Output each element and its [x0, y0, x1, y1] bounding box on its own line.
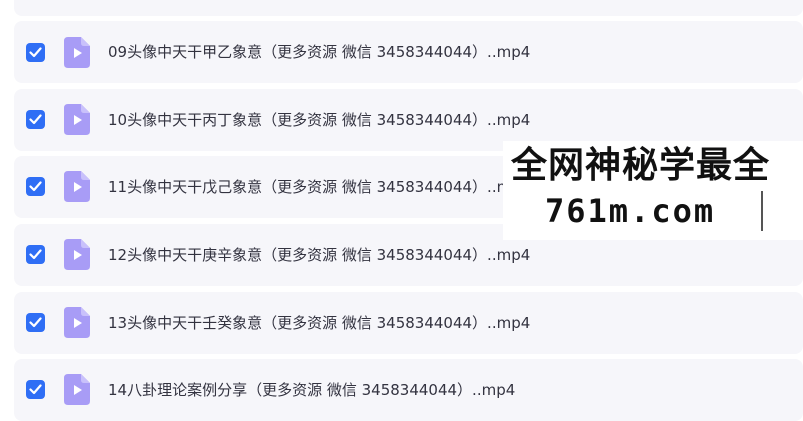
- file-name[interactable]: 09头像中天干甲乙象意（更多资源 微信 3458344044）..mp4: [108, 42, 530, 62]
- text-cursor-bar: [761, 191, 763, 231]
- checkbox-checked-icon[interactable]: [26, 110, 45, 129]
- checkbox-checked-icon[interactable]: [26, 313, 45, 332]
- file-row[interactable]: 14八卦理论案例分享（更多资源 微信 3458344044）..mp4: [14, 359, 803, 421]
- file-name[interactable]: 12头像中天干庚辛象意（更多资源 微信 3458344044）..mp4: [108, 245, 530, 265]
- watermark-text: 全网神秘学最全: [511, 145, 771, 186]
- video-file-icon: [64, 171, 90, 202]
- video-file-icon: [64, 374, 90, 405]
- video-file-icon: [64, 37, 90, 68]
- file-row[interactable]: 13头像中天干壬癸象意（更多资源 微信 3458344044）..mp4: [14, 292, 803, 354]
- video-file-icon: [64, 307, 90, 338]
- watermark-url: 761m.com: [545, 192, 716, 230]
- file-name[interactable]: 11头像中天干戊己象意（更多资源 微信 3458344044）..mp4: [108, 177, 530, 197]
- file-row[interactable]: [14, 0, 803, 16]
- checkbox-checked-icon[interactable]: [26, 43, 45, 62]
- file-row[interactable]: 09头像中天干甲乙象意（更多资源 微信 3458344044）..mp4: [14, 21, 803, 83]
- file-name[interactable]: 10头像中天干丙丁象意（更多资源 微信 3458344044）..mp4: [108, 110, 530, 130]
- checkbox-checked-icon[interactable]: [26, 245, 45, 264]
- file-name[interactable]: 14八卦理论案例分享（更多资源 微信 3458344044）..mp4: [108, 380, 515, 400]
- checkbox-checked-icon[interactable]: [26, 177, 45, 196]
- file-name[interactable]: 13头像中天干壬癸象意（更多资源 微信 3458344044）..mp4: [108, 313, 530, 333]
- checkbox-checked-icon[interactable]: [26, 380, 45, 399]
- video-file-icon: [64, 104, 90, 135]
- video-file-icon: [64, 239, 90, 270]
- watermark: 全网神秘学最全 761m.com: [503, 141, 803, 240]
